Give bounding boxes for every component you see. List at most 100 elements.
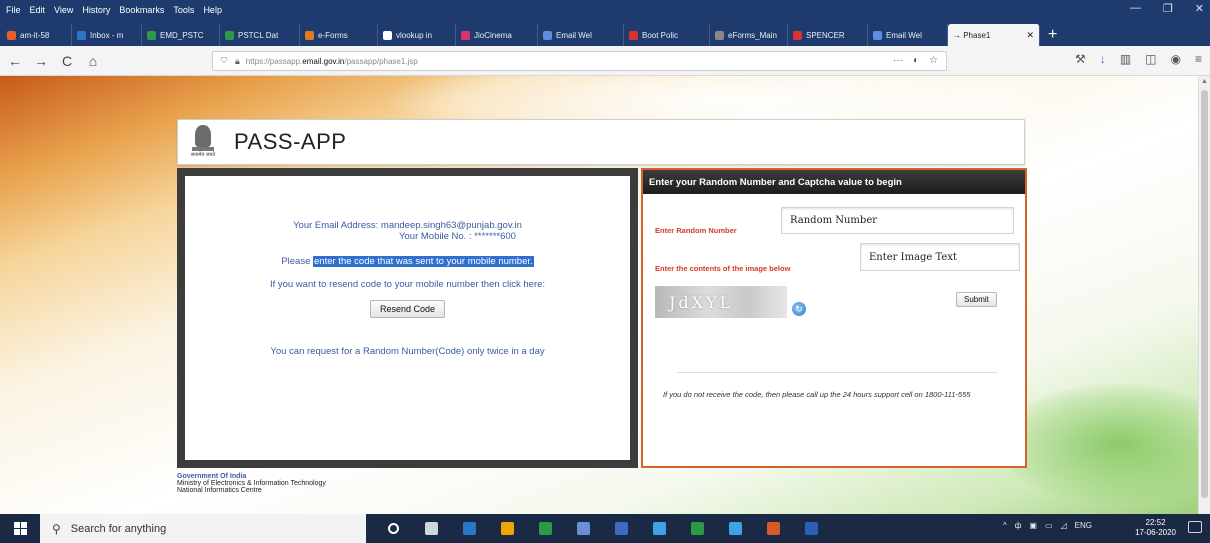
tab-1[interactable]: Inbox - m xyxy=(72,24,142,46)
minimize-button[interactable]: — xyxy=(1130,2,1141,15)
windows-start-icon[interactable] xyxy=(0,514,40,543)
tab-label: → Phase1 xyxy=(953,30,991,40)
teams-icon[interactable] xyxy=(640,514,678,543)
tab-label: Inbox - m xyxy=(90,30,124,40)
menu-tools[interactable]: Tools xyxy=(173,5,194,15)
tab-favicon-icon xyxy=(543,30,552,40)
notification-icon[interactable] xyxy=(1188,521,1202,533)
shield-icon[interactable]: ⛉ xyxy=(221,56,227,66)
tab-10[interactable]: SPENCER xyxy=(788,24,868,46)
tab-close-icon[interactable]: ✕ xyxy=(1026,30,1034,41)
tab-2[interactable]: EMD_PSTC xyxy=(142,24,220,46)
captcha-image: JdXYL xyxy=(655,286,787,318)
image-text-input[interactable]: Enter Image Text xyxy=(860,243,1020,271)
home-icon[interactable]: ⌂ xyxy=(82,50,104,72)
tab-8[interactable]: Boot Polic xyxy=(624,24,710,46)
app2-icon[interactable] xyxy=(602,514,640,543)
tab-11[interactable]: Email Wel xyxy=(868,24,948,46)
clock-date: 17-06-2020 xyxy=(1135,528,1176,537)
edge-icon[interactable] xyxy=(716,514,754,543)
forward-arrow-icon[interactable]: → xyxy=(30,50,52,72)
request-limit-text: You can request for a Random Number(Code… xyxy=(270,346,545,357)
restore-button[interactable]: ❐ xyxy=(1163,2,1173,15)
refresh-captcha-icon[interactable]: ↻ xyxy=(792,302,806,316)
powerpoint-icon[interactable] xyxy=(754,514,792,543)
tab-label: Boot Polic xyxy=(642,30,679,40)
tab-3[interactable]: PSTCL Dat xyxy=(220,24,300,46)
tab-7[interactable]: Email Wel xyxy=(538,24,624,46)
volume-icon[interactable]: ф xyxy=(1015,521,1022,530)
tab-label: am-it-58 xyxy=(20,30,50,40)
word-icon[interactable] xyxy=(792,514,830,543)
tab-favicon-icon xyxy=(629,30,638,40)
back-arrow-icon[interactable]: ← xyxy=(4,50,26,72)
cortana-icon[interactable] xyxy=(374,514,412,543)
url-prefix: https://passapp. xyxy=(245,56,303,66)
tools-icon[interactable]: ⚒ xyxy=(1075,52,1086,66)
national-emblem-icon: सत्यमेव जयते xyxy=(188,125,218,159)
emblem-motto: सत्यमेव जयते xyxy=(190,152,216,158)
reload-icon[interactable]: C xyxy=(56,50,78,72)
random-number-label: Enter Random Number xyxy=(655,226,737,235)
tab-4[interactable]: e-Forms xyxy=(300,24,378,46)
search-icon: ⚲ xyxy=(52,521,61,536)
tab-favicon-icon xyxy=(225,30,234,40)
resend-code-button[interactable]: Resend Code xyxy=(369,300,446,318)
lock-icon[interactable]: 🔒︎ xyxy=(235,56,240,67)
more-icon[interactable]: ··· xyxy=(893,55,903,66)
left-panel-content: Your Email Address: mandeep.singh63@punj… xyxy=(185,176,630,460)
close-window-button[interactable]: ✕ xyxy=(1195,2,1204,15)
window-controls: — ❐ ✕ xyxy=(1130,2,1204,15)
menu-edit[interactable]: Edit xyxy=(30,5,46,15)
menu-help[interactable]: Help xyxy=(203,5,222,15)
tab-label: EMD_PSTC xyxy=(160,30,204,40)
network-icon[interactable]: ▣ xyxy=(1029,521,1037,530)
taskbar: ⚲ Search for anything ^ ф ▣ ▭ ◿ ENG 22:5… xyxy=(0,514,1210,543)
outlook-icon[interactable] xyxy=(450,514,488,543)
task-view-icon[interactable] xyxy=(412,514,450,543)
tab-favicon-icon xyxy=(147,30,156,40)
tab-favicon-icon xyxy=(461,30,470,40)
tab-6[interactable]: JioCinema xyxy=(456,24,538,46)
instruction-highlighted: enter the code that was sent to your mob… xyxy=(313,256,534,267)
tab-0[interactable]: am-it-58 xyxy=(2,24,72,46)
bookmark-star-icon[interactable]: ☆ xyxy=(929,55,938,66)
language-indicator[interactable]: ENG xyxy=(1075,521,1092,530)
hamburger-menu-icon[interactable]: ≡ xyxy=(1195,52,1202,66)
excel2-icon[interactable] xyxy=(678,514,716,543)
menu-view[interactable]: View xyxy=(54,5,73,15)
tab-5[interactable]: vlookup in xyxy=(378,24,456,46)
download-icon[interactable]: ↓ xyxy=(1100,52,1106,66)
clock[interactable]: 22:52 17-06-2020 xyxy=(1135,518,1176,538)
scroll-up-icon[interactable]: ▲ xyxy=(1201,78,1208,85)
tab-9[interactable]: eForms_Main xyxy=(710,24,788,46)
url-bar[interactable]: ⛉ 🔒︎ https://passapp. email.gov.in /pass… xyxy=(212,51,947,71)
random-number-input[interactable]: Random Number xyxy=(781,207,1014,234)
pocket-icon[interactable]: ◐ xyxy=(913,55,919,66)
footer: Government Of India Ministry of Electron… xyxy=(177,473,1025,494)
sidebar-icon[interactable]: ◫ xyxy=(1145,52,1156,66)
menu-history[interactable]: History xyxy=(82,5,110,15)
tab-phase1[interactable]: → Phase1 ✕ xyxy=(948,24,1040,46)
background-green xyxy=(998,384,1198,504)
left-panel: Your Email Address: mandeep.singh63@punj… xyxy=(177,168,638,468)
account-icon[interactable]: ◉ xyxy=(1171,52,1181,66)
file-explorer-icon[interactable] xyxy=(488,514,526,543)
footer-ministry: Ministry of Electronics & Information Te… xyxy=(177,480,326,487)
clock-time: 22:52 xyxy=(1145,518,1166,527)
battery-icon[interactable]: ▭ xyxy=(1045,521,1053,530)
taskbar-search-box[interactable]: ⚲ Search for anything xyxy=(40,514,366,543)
tray-overflow-icon[interactable]: ^ xyxy=(1003,521,1007,530)
menu-file[interactable]: File xyxy=(6,5,21,15)
app-icon[interactable] xyxy=(564,514,602,543)
submit-button[interactable]: Submit xyxy=(956,292,997,307)
excel-icon[interactable] xyxy=(526,514,564,543)
wifi-icon[interactable]: ◿ xyxy=(1061,521,1067,530)
new-tab-button[interactable]: + xyxy=(1040,24,1065,46)
library-icon[interactable]: ▥ xyxy=(1120,52,1131,66)
vertical-scrollbar[interactable]: ▲ xyxy=(1198,76,1210,514)
scrollbar-thumb[interactable] xyxy=(1201,90,1208,498)
menu-bookmarks[interactable]: Bookmarks xyxy=(119,5,164,15)
right-panel-heading: Enter your Random Number and Captcha val… xyxy=(643,170,1025,194)
tab-label: SPENCER xyxy=(806,30,845,40)
